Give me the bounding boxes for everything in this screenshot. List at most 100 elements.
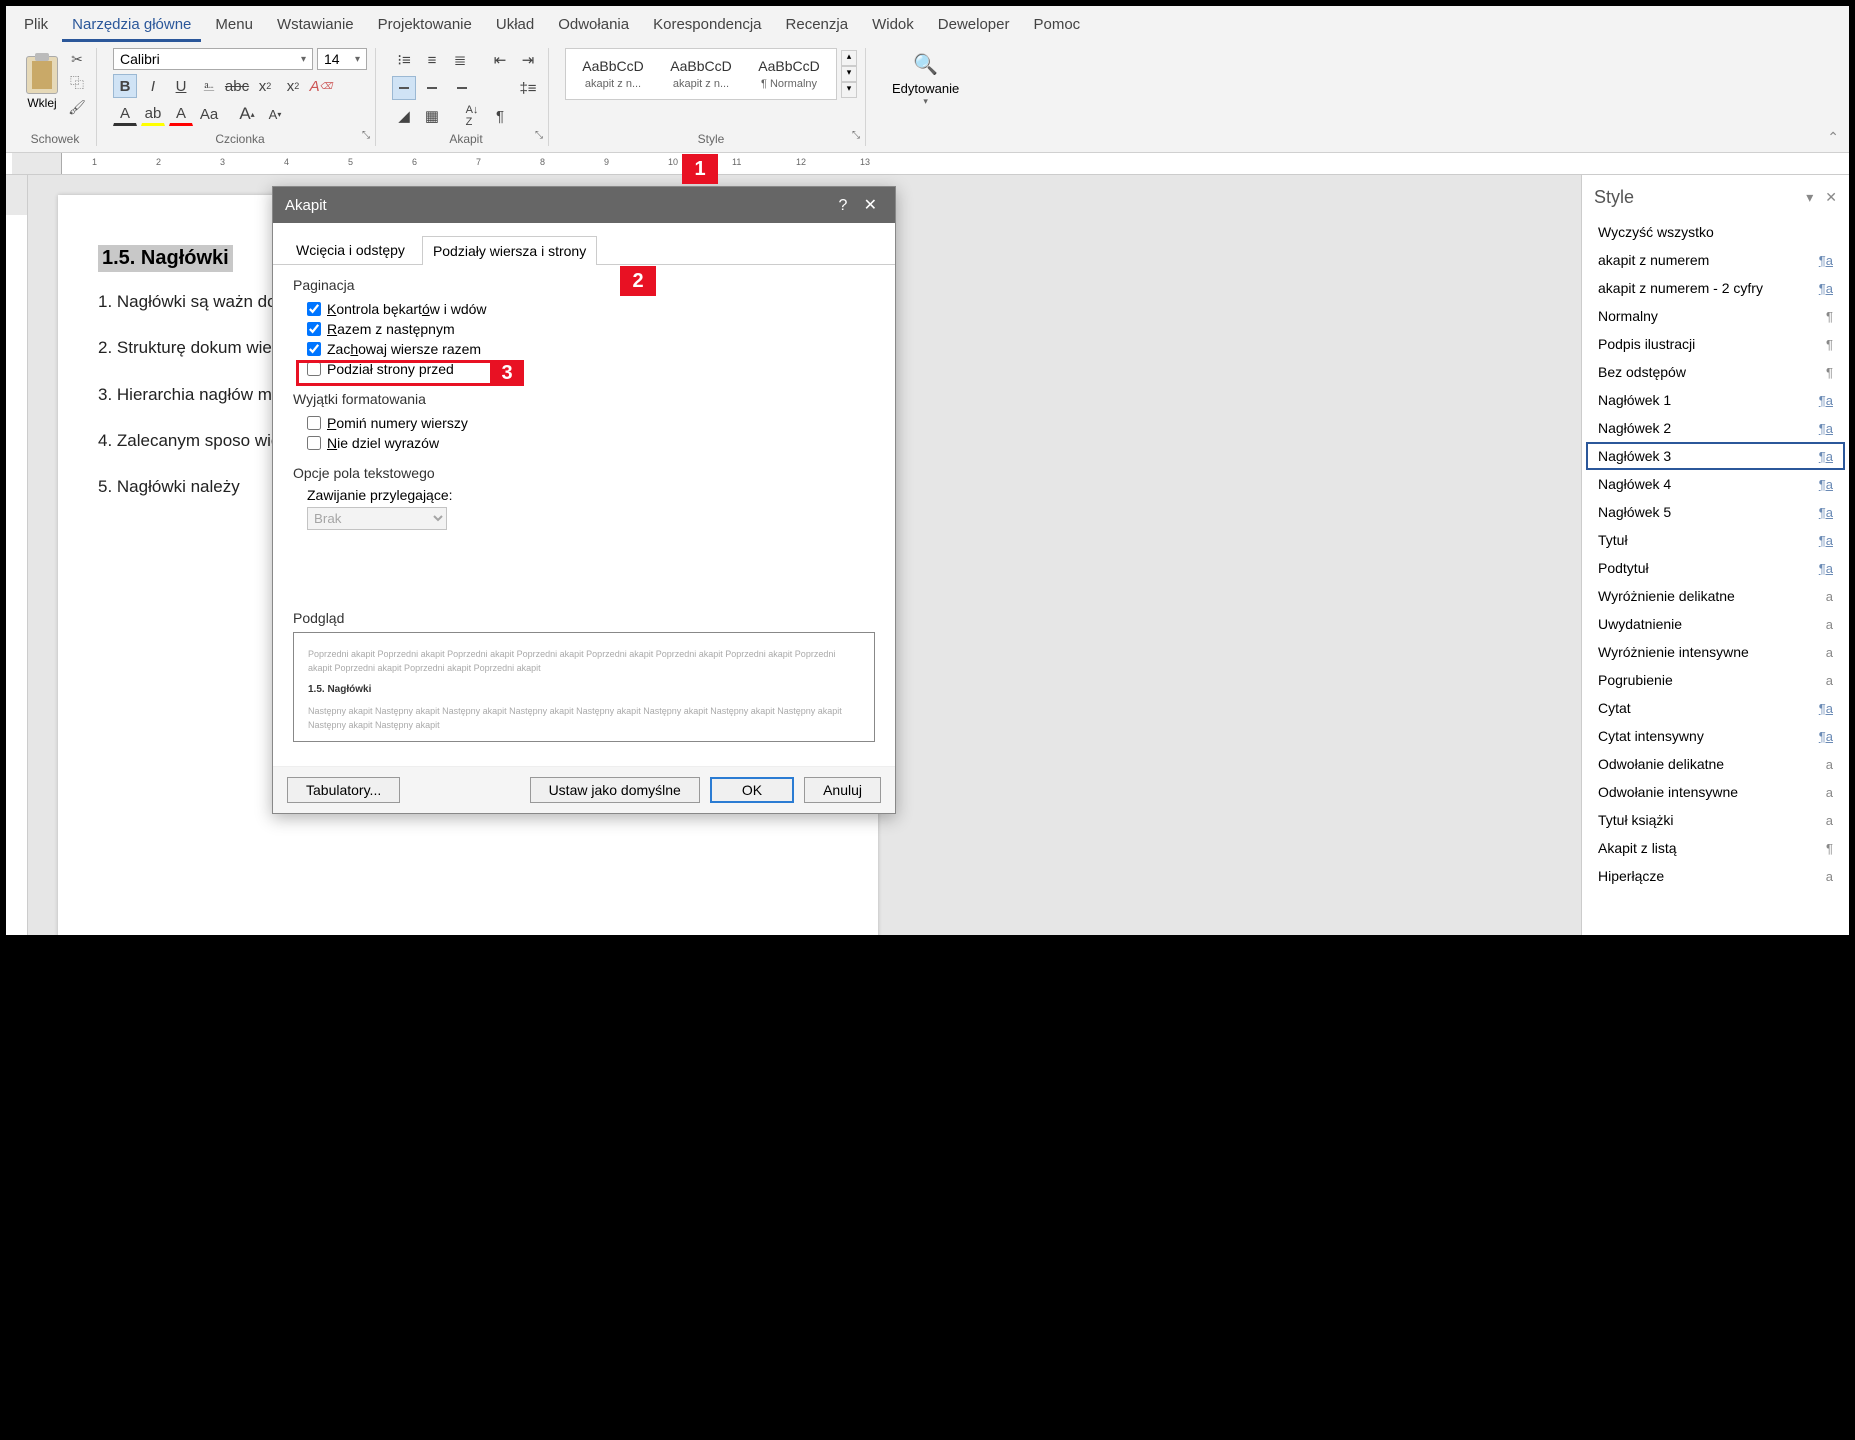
align-left-button[interactable]: [392, 76, 416, 100]
styles-scroll-up[interactable]: ▴: [841, 50, 857, 66]
tab-narzędzia-główne[interactable]: Narzędzia główne: [62, 10, 201, 42]
font-dialog-launcher[interactable]: ⤡: [359, 130, 373, 144]
style-list-item[interactable]: Pogrubieniea: [1586, 666, 1845, 694]
clear-format-button[interactable]: A⌫: [309, 74, 333, 98]
copy-button[interactable]: ⿻: [66, 72, 88, 94]
double-underline-button[interactable]: ⎁: [197, 74, 221, 98]
strike-button[interactable]: abc: [225, 74, 249, 98]
style-gallery-item[interactable]: AaBbCcDakapit z n...: [570, 53, 656, 95]
checkbox-label[interactable]: Zachowaj wiersze razem: [327, 341, 481, 357]
style-list-item[interactable]: Odwołanie intensywnea: [1586, 778, 1845, 806]
subscript-button[interactable]: x2: [253, 74, 277, 98]
style-list-item[interactable]: Normalny¶: [1586, 302, 1845, 330]
line-spacing-button[interactable]: ‡≡: [516, 76, 540, 100]
style-list-item[interactable]: Wyróżnienie delikatnea: [1586, 582, 1845, 610]
heading-text[interactable]: 1.5. Nagłówki: [98, 245, 233, 272]
tab-deweloper[interactable]: Deweloper: [928, 10, 1020, 42]
checkbox[interactable]: [307, 342, 321, 356]
change-case-button[interactable]: Aa: [197, 102, 221, 126]
styles-expand[interactable]: ▾: [841, 82, 857, 98]
styles-dialog-launcher[interactable]: ⤡: [849, 130, 863, 144]
italic-button[interactable]: I: [141, 74, 165, 98]
style-gallery-item[interactable]: AaBbCcDakapit z n...: [658, 53, 744, 95]
dialog-titlebar[interactable]: Akapit ? ✕: [273, 187, 895, 223]
checkbox[interactable]: [307, 322, 321, 336]
font-color-button[interactable]: A: [169, 102, 193, 126]
checkbox-label[interactable]: Kontrola bękartów i wdów: [327, 301, 487, 317]
style-gallery-item[interactable]: AaBbCcD¶ Normalny: [746, 53, 832, 95]
indent-right-button[interactable]: ⇥: [516, 48, 540, 72]
style-list-item[interactable]: Bez odstępów¶: [1586, 358, 1845, 386]
dialog-close-button[interactable]: ✕: [858, 197, 883, 214]
tab-układ[interactable]: Układ: [486, 10, 544, 42]
style-list-item[interactable]: Nagłówek 1¶a: [1586, 386, 1845, 414]
dialog-help-button[interactable]: ?: [833, 197, 854, 214]
tab-wstawianie[interactable]: Wstawianie: [267, 10, 364, 42]
numbering-button[interactable]: ≡: [420, 48, 444, 72]
editing-menu[interactable]: 🔍 Edytowanie ▾: [882, 48, 969, 111]
style-list-item[interactable]: Uwydatnieniea: [1586, 610, 1845, 638]
set-default-button[interactable]: Ustaw jako domyślne: [530, 777, 700, 803]
style-list-item[interactable]: Nagłówek 3¶a: [1586, 442, 1845, 470]
highlight-button[interactable]: ab: [141, 102, 165, 126]
dialog-tab-1[interactable]: Podziały wiersza i strony: [422, 236, 597, 265]
wrap-select[interactable]: Brak: [307, 507, 447, 530]
style-list-item[interactable]: Hiperłączea: [1586, 862, 1845, 890]
cancel-button[interactable]: Anuluj: [804, 777, 881, 803]
style-list-item[interactable]: Nagłówek 5¶a: [1586, 498, 1845, 526]
checkbox[interactable]: [307, 436, 321, 450]
style-list-item[interactable]: Wyróżnienie intensywnea: [1586, 638, 1845, 666]
checkbox[interactable]: [307, 416, 321, 430]
paste-button[interactable]: Wklej: [22, 52, 62, 114]
tab-plik[interactable]: Plik: [14, 10, 58, 42]
checkbox-label[interactable]: Pomiń numery wierszy: [327, 415, 468, 431]
align-center-button[interactable]: [420, 76, 444, 100]
style-list-item[interactable]: Podtytuł¶a: [1586, 554, 1845, 582]
shading-button[interactable]: ◢: [392, 104, 416, 128]
align-right-button[interactable]: [448, 76, 472, 100]
format-painter-button[interactable]: 🖌: [66, 96, 88, 118]
vertical-ruler[interactable]: [6, 175, 28, 935]
show-marks-button[interactable]: ¶: [488, 104, 512, 128]
superscript-button[interactable]: x2: [281, 74, 305, 98]
style-list-item[interactable]: akapit z numerem - 2 cyfry¶a: [1586, 274, 1845, 302]
style-list-item[interactable]: Nagłówek 4¶a: [1586, 470, 1845, 498]
tab-pomoc[interactable]: Pomoc: [1023, 10, 1090, 42]
dialog-tab-0[interactable]: Wcięcia i odstępy: [285, 235, 416, 264]
underline-button[interactable]: U: [169, 74, 193, 98]
styles-pane-close[interactable]: ✕: [1825, 189, 1837, 206]
font-name-combo[interactable]: Calibri▾: [113, 48, 313, 70]
style-list-item[interactable]: Odwołanie delikatnea: [1586, 750, 1845, 778]
style-list-item[interactable]: Podpis ilustracji¶: [1586, 330, 1845, 358]
align-justify-button[interactable]: [476, 76, 500, 100]
tab-odwołania[interactable]: Odwołania: [548, 10, 639, 42]
borders-button[interactable]: ▦: [420, 104, 444, 128]
collapse-ribbon-button[interactable]: ⌃: [1827, 129, 1839, 146]
checkbox-label[interactable]: Razem z następnym: [327, 321, 455, 337]
shrink-font-button[interactable]: A▾: [263, 102, 287, 126]
indent-left-button[interactable]: ⇤: [488, 48, 512, 72]
text-effects-button[interactable]: A: [113, 102, 137, 126]
tab-projektowanie[interactable]: Projektowanie: [368, 10, 482, 42]
style-list-item[interactable]: Wyczyść wszystko: [1586, 218, 1845, 246]
horizontal-ruler[interactable]: 12345678910111213: [6, 153, 1849, 175]
ok-button[interactable]: OK: [710, 777, 794, 803]
bullets-button[interactable]: ⁝≡: [392, 48, 416, 72]
sort-button[interactable]: A↓Z: [460, 104, 484, 128]
tabs-button[interactable]: Tabulatory...: [287, 777, 400, 803]
tab-menu[interactable]: Menu: [205, 10, 263, 42]
tab-recenzja[interactable]: Recenzja: [776, 10, 859, 42]
styles-scroll-down[interactable]: ▾: [841, 66, 857, 82]
style-list-item[interactable]: Cytat intensywny¶a: [1586, 722, 1845, 750]
checkbox[interactable]: [307, 302, 321, 316]
style-list-item[interactable]: akapit z numerem¶a: [1586, 246, 1845, 274]
style-list-item[interactable]: Tytuł¶a: [1586, 526, 1845, 554]
multilevel-button[interactable]: ≣: [448, 48, 472, 72]
paragraph-dialog-launcher[interactable]: ⤡: [532, 130, 546, 144]
style-list-item[interactable]: Cytat¶a: [1586, 694, 1845, 722]
style-list-item[interactable]: Tytuł książkia: [1586, 806, 1845, 834]
font-size-combo[interactable]: 14▾: [317, 48, 367, 70]
grow-font-button[interactable]: A▴: [235, 102, 259, 126]
bold-button[interactable]: B: [113, 74, 137, 98]
cut-button[interactable]: ✂: [66, 48, 88, 70]
